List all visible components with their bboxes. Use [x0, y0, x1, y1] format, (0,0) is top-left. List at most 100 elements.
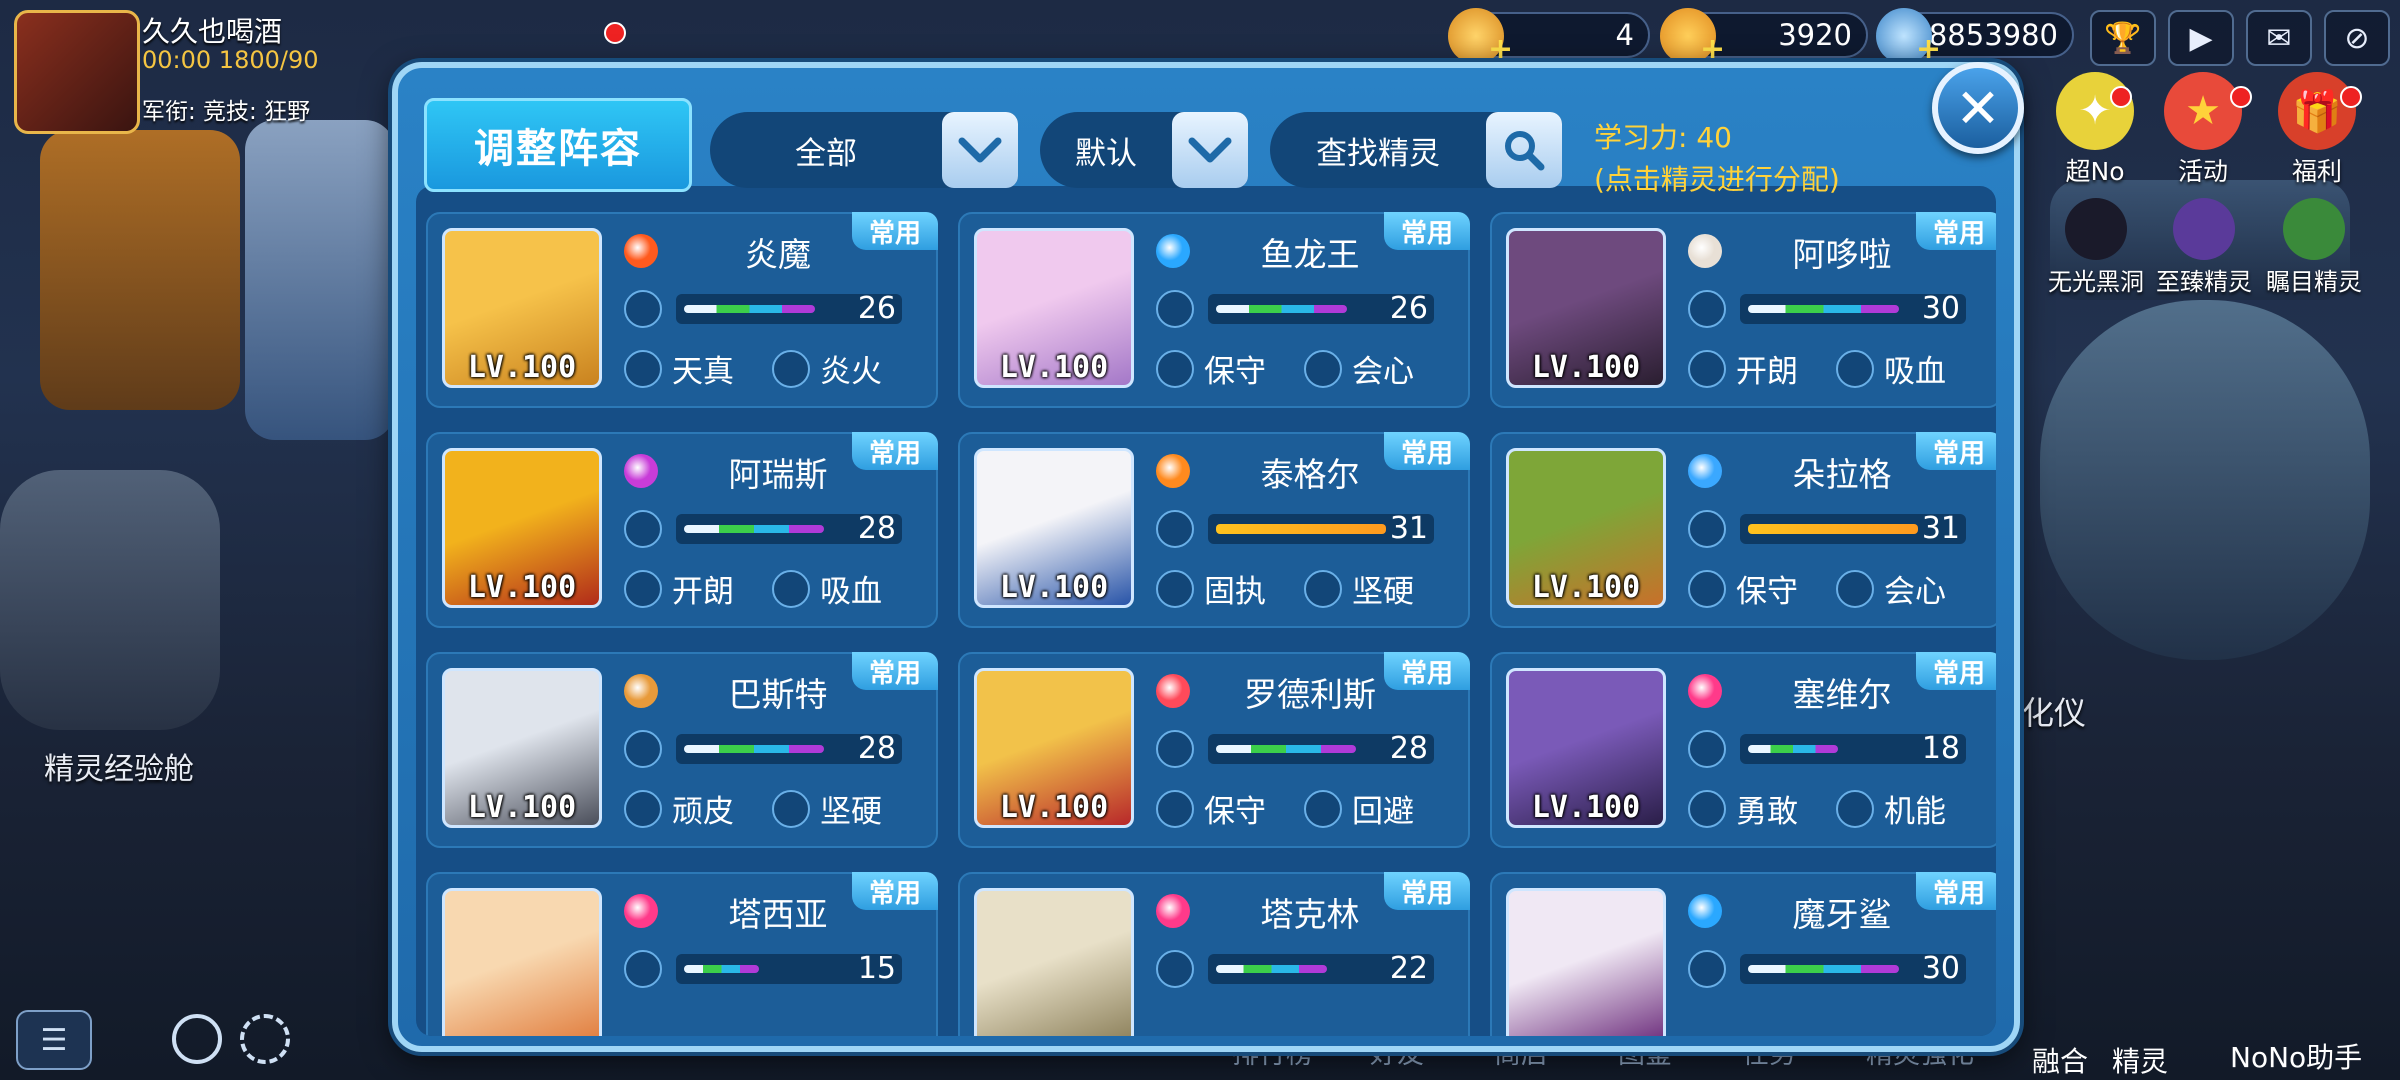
sprite-name: 魔牙鲨: [1792, 895, 1892, 934]
sprite-portrait: LV.100: [442, 448, 602, 608]
supreme-sprite-icon: [2173, 198, 2235, 260]
sprite-card[interactable]: 常用 LV.100 巴斯特 28 顽皮 坚硬: [426, 652, 938, 848]
notification-dot: [2110, 86, 2132, 108]
sprite-card[interactable]: 常用 LV.100 阿瑞斯 28 开朗 吸血: [426, 432, 938, 628]
feature-icon: [1836, 569, 1874, 608]
talent-value: 28: [1389, 731, 1428, 766]
side-button-supreme-sprite[interactable]: 至臻精灵: [2152, 198, 2256, 297]
talent-bar: 28: [676, 731, 902, 766]
nature-trait: 开朗: [1688, 346, 1798, 391]
nature-icon: [1156, 789, 1194, 828]
sprite-portrait: LV.100: [1506, 668, 1666, 828]
sprite-card[interactable]: 常用 LV.100 罗德利斯 28 保守 回避: [958, 652, 1470, 848]
feature-trait: 坚硬: [772, 786, 882, 831]
sprite-card[interactable]: 常用 LV.100 泰格尔 31 固执 坚硬: [958, 432, 1470, 628]
talent-value: 28: [857, 731, 896, 766]
sprite-portrait: [1506, 888, 1666, 1036]
sort-default-label: 默认: [1075, 135, 1137, 172]
sort-default-dropdown[interactable]: 默认: [1040, 112, 1248, 188]
sprite-level: LV.100: [999, 790, 1109, 825]
play-icon[interactable]: ▶: [2168, 10, 2234, 66]
feature-label: 会心: [1352, 354, 1414, 390]
element-icon: [1156, 894, 1190, 928]
sprite-portrait: [974, 888, 1134, 1036]
feature-icon: [1836, 789, 1874, 828]
resource-value-2: 3920: [1778, 18, 1852, 52]
sprite-name: 罗德利斯: [1244, 675, 1376, 714]
talent-bar-fill: [1748, 305, 1899, 313]
chevron-down-icon[interactable]: [1172, 112, 1248, 188]
talent-bar: 31: [1208, 511, 1434, 546]
feature-trait: 坚硬: [1304, 566, 1414, 611]
sprite-card[interactable]: 常用 LV.100 朵拉格 31 保守 会心: [1490, 432, 1996, 628]
feature-label: 坚硬: [820, 794, 882, 830]
side-button-super-nono[interactable]: ✦ 超No: [2040, 72, 2150, 188]
nature-icon: [624, 569, 662, 608]
adjust-lineup-tab[interactable]: 调整阵容: [424, 98, 692, 192]
sprite-name: 巴斯特: [728, 675, 828, 714]
player-name: 久久也喝酒: [142, 15, 283, 48]
resource-item-2[interactable]: + 3920: [1660, 8, 1868, 67]
sprite-level: LV.100: [999, 570, 1109, 605]
sprite-card[interactable]: 常用 魔牙鲨 30: [1490, 872, 1996, 1036]
talent-bar: 26: [676, 291, 902, 326]
sprite-card[interactable]: 常用 LV.100 阿哆啦 30 开朗 吸血: [1490, 212, 1996, 408]
target-icon[interactable]: [172, 1014, 222, 1064]
trophy-icon[interactable]: 🏆: [2090, 10, 2156, 66]
talent-bar: 15: [676, 951, 902, 986]
gift-icon: 🎁: [2278, 72, 2356, 150]
nav-fusion[interactable]: 融合: [2032, 1040, 2088, 1080]
feature-label: 炎火: [820, 354, 882, 390]
nature-label: 顽皮: [672, 794, 734, 830]
feature-icon: [1304, 789, 1342, 828]
mail-icon[interactable]: ✉: [2246, 10, 2312, 66]
nav-sprite[interactable]: 精灵: [2112, 1040, 2168, 1080]
exp-capsule-label[interactable]: 精灵经验舱: [44, 744, 194, 788]
side-button-blackhole[interactable]: 无光黑洞: [2044, 198, 2148, 297]
stats-icon: [1156, 730, 1194, 768]
element-icon: [1156, 674, 1190, 708]
player-avatar[interactable]: [14, 10, 140, 134]
rank-readout: 军衔: 竞技: 狂野: [142, 99, 311, 125]
talent-value: 26: [1389, 291, 1428, 326]
stats-icon: [624, 510, 662, 548]
talent-bar: 30: [1740, 951, 1966, 986]
close-button[interactable]: ✕: [1932, 62, 2024, 154]
search-icon[interactable]: [1486, 112, 1562, 188]
talent-bar-fill: [1748, 524, 1918, 534]
talent-value: 22: [1389, 951, 1428, 986]
feature-trait: 炎火: [772, 346, 882, 391]
filter-all-dropdown[interactable]: 全部: [710, 112, 1018, 188]
side-button-featured-sprite[interactable]: 瞩目精灵: [2262, 198, 2366, 297]
feature-trait: 机能: [1836, 786, 1946, 831]
sprite-level: LV.100: [1531, 350, 1641, 385]
talent-value: 31: [1921, 511, 1960, 546]
talent-bar: 26: [1208, 291, 1434, 326]
nature-trait: 天真: [624, 346, 734, 391]
resource-item-3[interactable]: + 8853980: [1876, 8, 2074, 67]
sprite-portrait: LV.100: [442, 668, 602, 828]
talent-bar-fill: [1748, 745, 1838, 753]
element-icon: [624, 894, 658, 928]
sprite-card[interactable]: 常用 LV.100 塞维尔 18 勇敢 机能: [1490, 652, 1996, 848]
talent-bar-fill: [684, 305, 815, 313]
sprite-card[interactable]: 常用 LV.100 鱼龙王 26 保守 会心: [958, 212, 1470, 408]
resource-item-1[interactable]: + 4: [1448, 8, 1650, 67]
sprite-portrait: [442, 888, 602, 1036]
chat-button[interactable]: ☰: [16, 1010, 92, 1070]
element-icon: [624, 234, 658, 268]
settings-icon[interactable]: [240, 1014, 290, 1064]
talent-value: 31: [1389, 511, 1428, 546]
search-sprite-field[interactable]: 查找精灵: [1270, 112, 1562, 188]
talent-value: 30: [1921, 291, 1960, 326]
hide-ui-icon[interactable]: ⊘: [2324, 10, 2390, 66]
nav-nono-helper[interactable]: NoNo助手: [2230, 1036, 2362, 1076]
nature-icon: [1156, 349, 1194, 388]
chevron-down-icon[interactable]: [942, 112, 1018, 188]
feature-icon: [1304, 569, 1342, 608]
sprite-card[interactable]: 常用 LV.100 炎魔 26 天真 炎火: [426, 212, 938, 408]
sprite-card[interactable]: 常用 塔西亚 15: [426, 872, 938, 1036]
talent-bar-fill: [684, 745, 824, 753]
sprite-card[interactable]: 常用 塔克林 22: [958, 872, 1470, 1036]
nature-trait: 保守: [1156, 786, 1266, 831]
